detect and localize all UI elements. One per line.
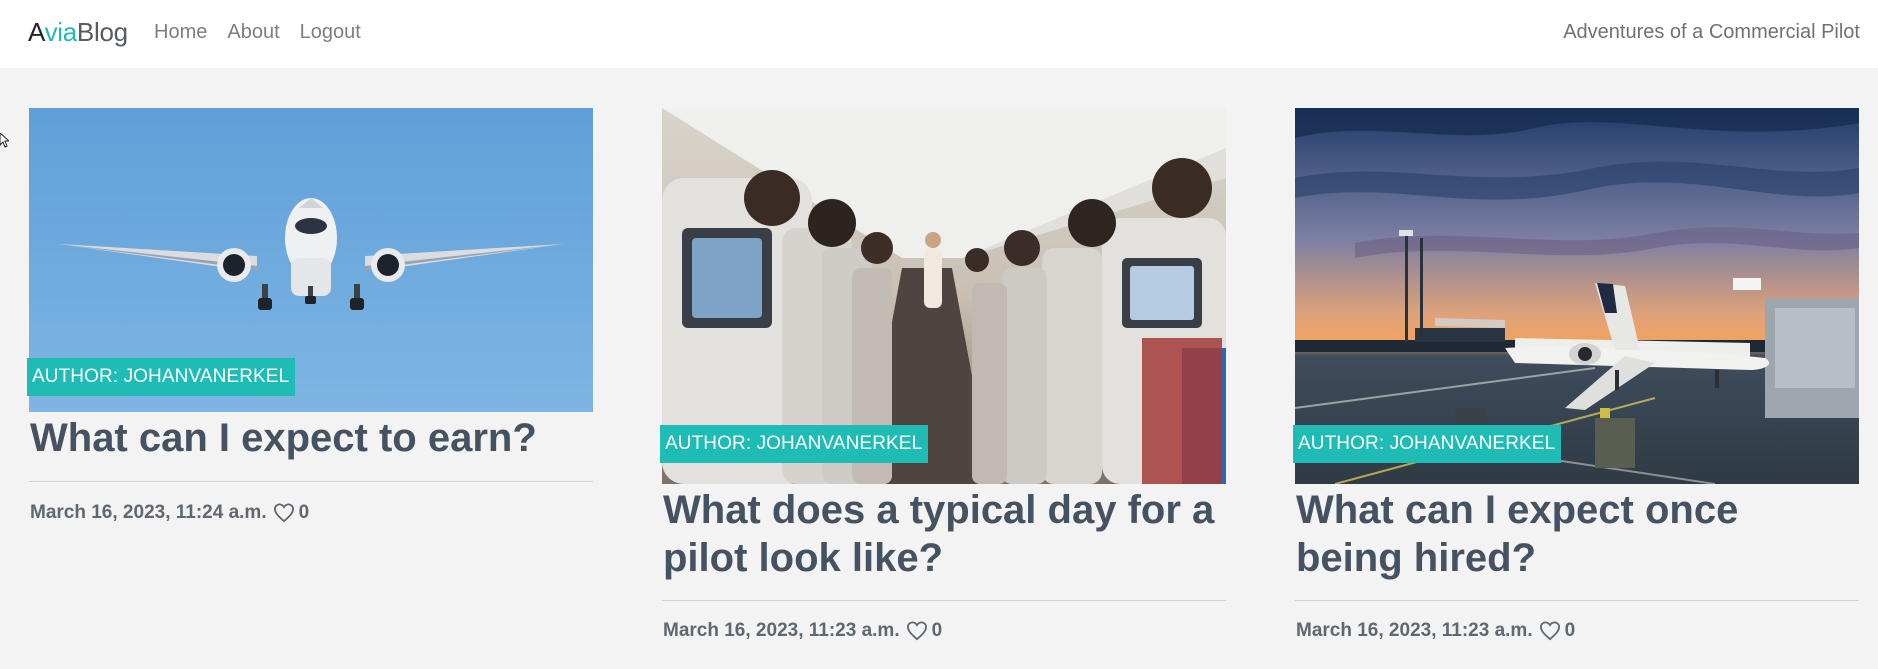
brand-part-a: A bbox=[28, 17, 45, 47]
post-title[interactable]: What can I expect once being hired? bbox=[1296, 486, 1856, 582]
post-meta: March 16, 2023, 11:23 a.m. 0 bbox=[1296, 620, 1575, 642]
heart-outline-icon[interactable] bbox=[1539, 621, 1561, 641]
mouse-pointer-icon bbox=[0, 133, 9, 148]
like-count: 0 bbox=[1564, 620, 1576, 641]
post-card[interactable]: AUTHOR: JOHANVANERKEL What does a typica… bbox=[660, 108, 1226, 658]
post-title[interactable]: What does a typical day for a pilot look… bbox=[663, 486, 1223, 582]
divider bbox=[29, 481, 593, 482]
nav-link-about[interactable]: About bbox=[227, 21, 279, 44]
brand-part-via: via bbox=[44, 17, 78, 47]
divider bbox=[662, 600, 1226, 601]
nav-links: Home About Logout bbox=[154, 21, 361, 44]
heart-outline-icon[interactable] bbox=[906, 621, 928, 641]
author-badge[interactable]: AUTHOR: JOHANVANERKEL bbox=[27, 358, 296, 396]
post-date: March 16, 2023, 11:23 a.m. bbox=[1296, 620, 1533, 641]
post-meta: March 16, 2023, 11:24 a.m. 0 bbox=[30, 502, 309, 524]
post-title[interactable]: What can I expect to earn? bbox=[30, 414, 590, 462]
author-badge[interactable]: AUTHOR: JOHANVANERKEL bbox=[1293, 425, 1562, 463]
heart-outline-icon[interactable] bbox=[273, 503, 295, 523]
post-card[interactable]: AUTHOR: JOHANVANERKEL What can I expect … bbox=[1293, 108, 1859, 658]
nav-link-logout[interactable]: Logout bbox=[300, 21, 361, 44]
post-date: March 16, 2023, 11:23 a.m. bbox=[663, 620, 900, 641]
brand-logo[interactable]: AviaBlog bbox=[28, 17, 128, 48]
navbar: AviaBlog Home About Logout Adventures of… bbox=[0, 0, 1878, 68]
post-card[interactable]: AUTHOR: JOHANVANERKEL What can I expect … bbox=[27, 108, 593, 538]
nav-link-home[interactable]: Home bbox=[154, 21, 207, 44]
site-tagline: Adventures of a Commercial Pilot bbox=[1563, 21, 1860, 43]
like-count: 0 bbox=[298, 502, 310, 523]
divider bbox=[1295, 600, 1859, 601]
brand-part-blog: Blog bbox=[76, 17, 128, 47]
post-date: March 16, 2023, 11:24 a.m. bbox=[30, 502, 267, 523]
post-meta: March 16, 2023, 11:23 a.m. 0 bbox=[663, 620, 942, 642]
like-count: 0 bbox=[931, 620, 943, 641]
author-badge[interactable]: AUTHOR: JOHANVANERKEL bbox=[660, 425, 929, 463]
